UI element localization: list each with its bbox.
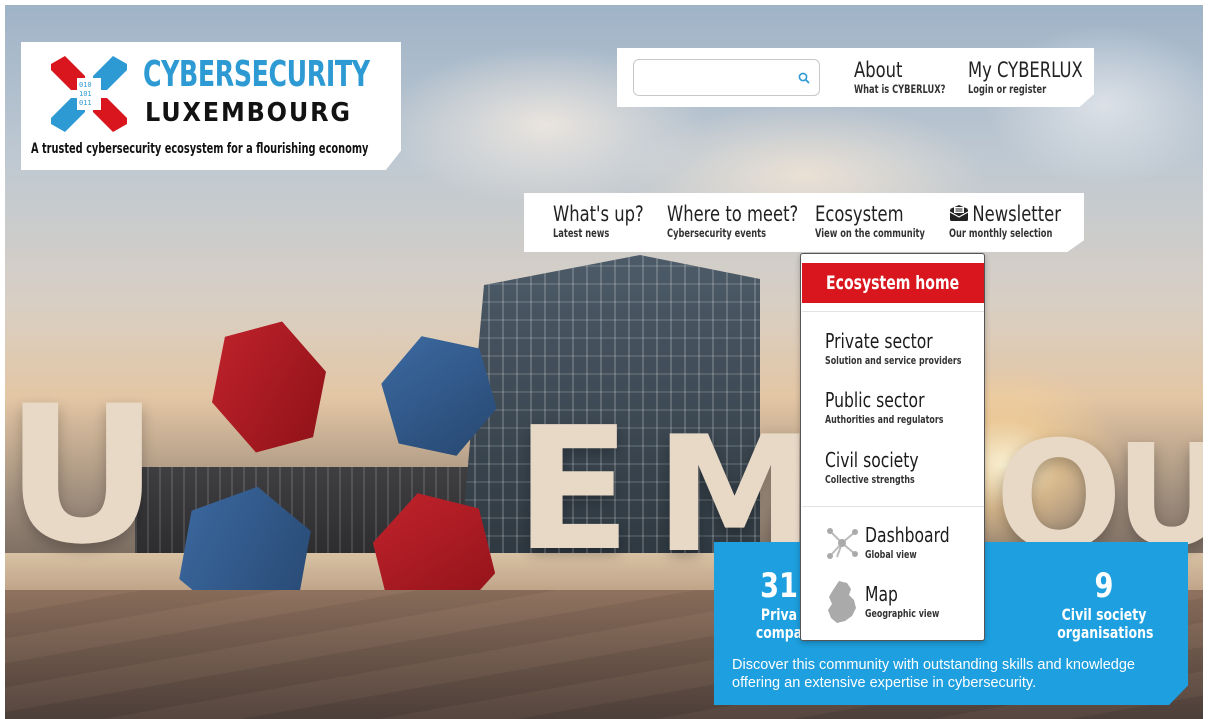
network-icon [827, 528, 858, 559]
dropdown-ecosystem-home-label: Ecosystem home [826, 272, 960, 294]
dropdown-public-sector[interactable]: Public sector Authorities and regulators [825, 388, 990, 428]
nav-ecosystem-subtitle: View on the community [815, 226, 925, 240]
nav-my-cyberlux-label: My CYBERLUX [968, 58, 1083, 82]
nav-about-subtitle: What is CYBERLUX? [854, 82, 946, 96]
sculpture-letter-u: U [5, 365, 160, 586]
dropdown-ecosystem-home[interactable]: Ecosystem home [802, 263, 984, 303]
utility-bar: About What is CYBERLUX? My CYBERLUX Logi… [617, 48, 1094, 107]
nav-about-label: About [854, 58, 903, 82]
stat-civil-caption-2: organisations [1057, 623, 1154, 642]
nav-my-cyberlux-subtitle: Login or register [968, 82, 1047, 96]
dropdown-private-sector-label: Private sector [825, 329, 933, 353]
logo-title-luxembourg: LUXEMBOURG [145, 98, 352, 128]
nav-newsletter-label: Newsletter [972, 202, 1061, 226]
dropdown-public-sector-label: Public sector [825, 388, 925, 412]
dropdown-dashboard-label: Dashboard [865, 523, 950, 547]
dropdown-civil-society[interactable]: Civil society Collective strengths [825, 448, 950, 488]
nav-my-cyberlux[interactable]: My CYBERLUX Login or register [968, 58, 1094, 96]
dropdown-civil-society-label: Civil society [825, 448, 919, 472]
main-navigation: What's up? Latest news Where to meet? Cy… [524, 193, 1084, 252]
stat-civil-caption-1: Civil society [1061, 605, 1147, 624]
dropdown-map-label: Map [865, 582, 898, 606]
stat-civil-number: 9 [1094, 566, 1114, 606]
dropdown-dashboard[interactable]: Dashboard Global view [865, 523, 974, 563]
search-box[interactable] [633, 59, 820, 96]
dropdown-map[interactable]: Map Geographic view [865, 582, 968, 622]
svg-text:010: 010 [79, 81, 92, 89]
dropdown-map-subtitle: Geographic view [865, 607, 940, 620]
nav-where-to-meet[interactable]: Where to meet? Cybersecurity events [667, 202, 835, 240]
stat-civil-society[interactable]: 9 Civil society organisations [1044, 566, 1164, 642]
nav-newsletter-subtitle: Our monthly selection [949, 226, 1053, 240]
nav-ecosystem-label: Ecosystem [815, 202, 904, 226]
search-icon[interactable] [798, 72, 810, 84]
dropdown-public-sector-subtitle: Authorities and regulators [825, 413, 944, 426]
dropdown-private-sector-subtitle: Solution and service providers [825, 354, 962, 367]
logo-title-cybersecurity: CYBERSECURITY [143, 54, 370, 95]
stats-description: Discover this community with outstanding… [732, 657, 1135, 691]
nav-whats-up[interactable]: What's up? Latest news [553, 202, 669, 240]
nav-ecosystem[interactable]: Ecosystem View on the community [815, 202, 968, 240]
dropdown-dashboard-subtitle: Global view [865, 548, 917, 561]
dropdown-civil-society-subtitle: Collective strengths [825, 473, 915, 486]
cyberlux-logo-mark: 010 101 011 [51, 56, 127, 132]
site-logo[interactable]: 010 101 011 CYBERSECURITY LUXEMBOURG A t… [21, 42, 401, 170]
sculpture-letter-e: E [515, 391, 632, 589]
ecosystem-dropdown-menu: Ecosystem home Private sector Solution a… [800, 253, 985, 641]
nav-whats-up-label: What's up? [553, 202, 644, 226]
dropdown-divider [802, 506, 984, 507]
dropdown-divider [802, 311, 984, 312]
nav-newsletter[interactable]: Newsletter Our monthly selection [949, 202, 1084, 240]
svg-text:011: 011 [79, 99, 92, 107]
dropdown-private-sector[interactable]: Private sector Solution and service prov… [825, 329, 1015, 369]
nav-where-to-meet-label: Where to meet? [667, 202, 799, 226]
sculpture-red-hexagon [196, 314, 341, 460]
search-input[interactable] [642, 66, 792, 90]
luxembourg-map-icon [828, 581, 856, 623]
logo-tagline: A trusted cybersecurity ecosystem for a … [31, 141, 369, 157]
nav-whats-up-subtitle: Latest news [553, 226, 610, 240]
svg-text:101: 101 [79, 90, 92, 98]
nav-about[interactable]: About What is CYBERLUX? [854, 58, 981, 96]
nav-where-to-meet-subtitle: Cybersecurity events [667, 226, 767, 240]
